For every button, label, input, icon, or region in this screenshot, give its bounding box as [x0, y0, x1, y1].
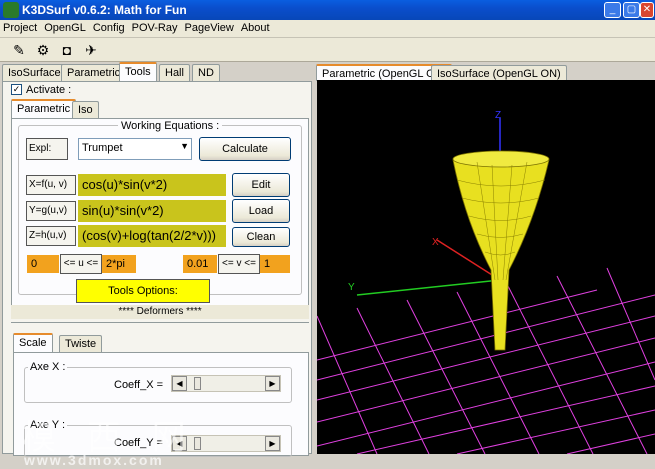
- menu-project[interactable]: Project: [0, 20, 40, 36]
- v-max-field[interactable]: 1: [260, 255, 290, 273]
- menu-pageview[interactable]: PageView: [182, 20, 237, 36]
- coeff-x-slider[interactable]: ◀ ▶: [171, 375, 281, 392]
- menu-about[interactable]: About: [238, 20, 273, 36]
- tab-hall[interactable]: Hall: [159, 64, 190, 81]
- chevron-down-icon: ▼: [180, 141, 189, 151]
- axe-x-legend: Axe X :: [28, 361, 68, 373]
- u-min-field[interactable]: 0: [27, 255, 59, 273]
- v-range-label: <= v <=: [218, 254, 260, 274]
- gear-icon[interactable]: ⚙: [32, 40, 54, 60]
- menu-config[interactable]: Config: [90, 20, 128, 36]
- app-icon: [3, 2, 19, 18]
- x-axis-label: X: [432, 237, 439, 248]
- working-equations-legend: Working Equations :: [118, 120, 223, 132]
- expl-label: Expl:: [26, 138, 68, 160]
- view-tab-strip: Parametric (OpenGL ON) IsoSurface (OpenG…: [316, 64, 655, 82]
- camera-icon[interactable]: ◘: [56, 40, 78, 60]
- u-range-label: <= u <=: [60, 254, 102, 274]
- floor-grid: [317, 267, 655, 454]
- surface-render: X Y Z: [317, 110, 655, 454]
- tab-parametric[interactable]: Parametric: [61, 64, 127, 81]
- activate-label: Activate :: [26, 84, 72, 96]
- calculate-button[interactable]: Calculate: [199, 137, 291, 161]
- maximize-button[interactable]: ▢: [623, 2, 640, 18]
- tools-panel: ✓ Activate : Parametric Iso Working Equa…: [2, 81, 312, 457]
- watermark-url: www.3dmox.com: [24, 452, 164, 468]
- x-function-label: X=f(u, v): [26, 175, 76, 195]
- close-button[interactable]: ✕: [640, 2, 654, 18]
- toolbar: ✎ ⚙ ◘ ✈: [0, 38, 655, 62]
- tools-options-button[interactable]: Tools Options:: [76, 279, 210, 303]
- activate-checkbox[interactable]: ✓: [11, 84, 22, 95]
- window-title: K3DSurf v0.6.2: Math for Fun: [22, 3, 187, 17]
- scroll-right-icon[interactable]: ▶: [265, 436, 280, 451]
- trumpet-surface: [452, 150, 550, 351]
- scroll-right-icon[interactable]: ▶: [265, 376, 280, 391]
- tab-nd[interactable]: ND: [192, 64, 220, 81]
- tab-twiste[interactable]: Twiste: [59, 335, 103, 352]
- open-icon[interactable]: ✎: [8, 40, 30, 60]
- menu-opengl[interactable]: OpenGL: [41, 20, 89, 36]
- tab-isosurface[interactable]: IsoSurface: [2, 64, 67, 81]
- deformers-header[interactable]: **** Deformers ****: [11, 305, 309, 319]
- coeff-x-label: Coeff_X =: [114, 379, 164, 391]
- tab-tools[interactable]: Tools: [119, 62, 157, 81]
- render-icon[interactable]: ✈: [80, 40, 102, 60]
- z-equation-field[interactable]: (cos(v)+log(tan(2/2*v))): [78, 225, 226, 247]
- example-select[interactable]: Trumpet ▼: [78, 138, 192, 160]
- tab-inner-iso[interactable]: Iso: [72, 101, 99, 118]
- menu-povray[interactable]: POV-Ray: [129, 20, 181, 36]
- y-axis-label: Y: [348, 282, 355, 293]
- load-button[interactable]: Load: [232, 199, 290, 223]
- example-select-value: Trumpet: [82, 142, 123, 154]
- clean-button[interactable]: Clean: [232, 227, 290, 247]
- menu-bar: Project OpenGL Config POV-Ray PageView About: [0, 20, 655, 38]
- parametric-subpanel: Working Equations : Expl: Trumpet ▼ Calc…: [11, 118, 309, 310]
- y-axis-line: [356, 279, 501, 296]
- minimize-button[interactable]: _: [604, 2, 621, 18]
- tab-scale[interactable]: Scale: [13, 333, 53, 352]
- tab-inner-parametric[interactable]: Parametric: [11, 99, 77, 118]
- y-equation-field[interactable]: sin(u)*sin(v*2): [78, 200, 226, 222]
- v-min-field[interactable]: 0.01: [183, 255, 217, 273]
- z-axis-label: Z: [495, 110, 501, 121]
- scroll-left-icon[interactable]: ◀: [172, 376, 187, 391]
- coeff-x-thumb[interactable]: [194, 377, 201, 390]
- opengl-viewport[interactable]: X Y Z: [317, 80, 655, 454]
- title-bar: K3DSurf v0.6.2: Math for Fun _ ▢ ✕: [0, 0, 655, 20]
- edit-button[interactable]: Edit: [232, 173, 290, 197]
- u-max-field[interactable]: 2*pi: [102, 255, 136, 273]
- z-function-label: Z=h(u,v): [26, 226, 76, 246]
- x-equation-field[interactable]: cos(u)*sin(v*2): [78, 174, 226, 196]
- y-function-label: Y=g(u,v): [26, 201, 76, 221]
